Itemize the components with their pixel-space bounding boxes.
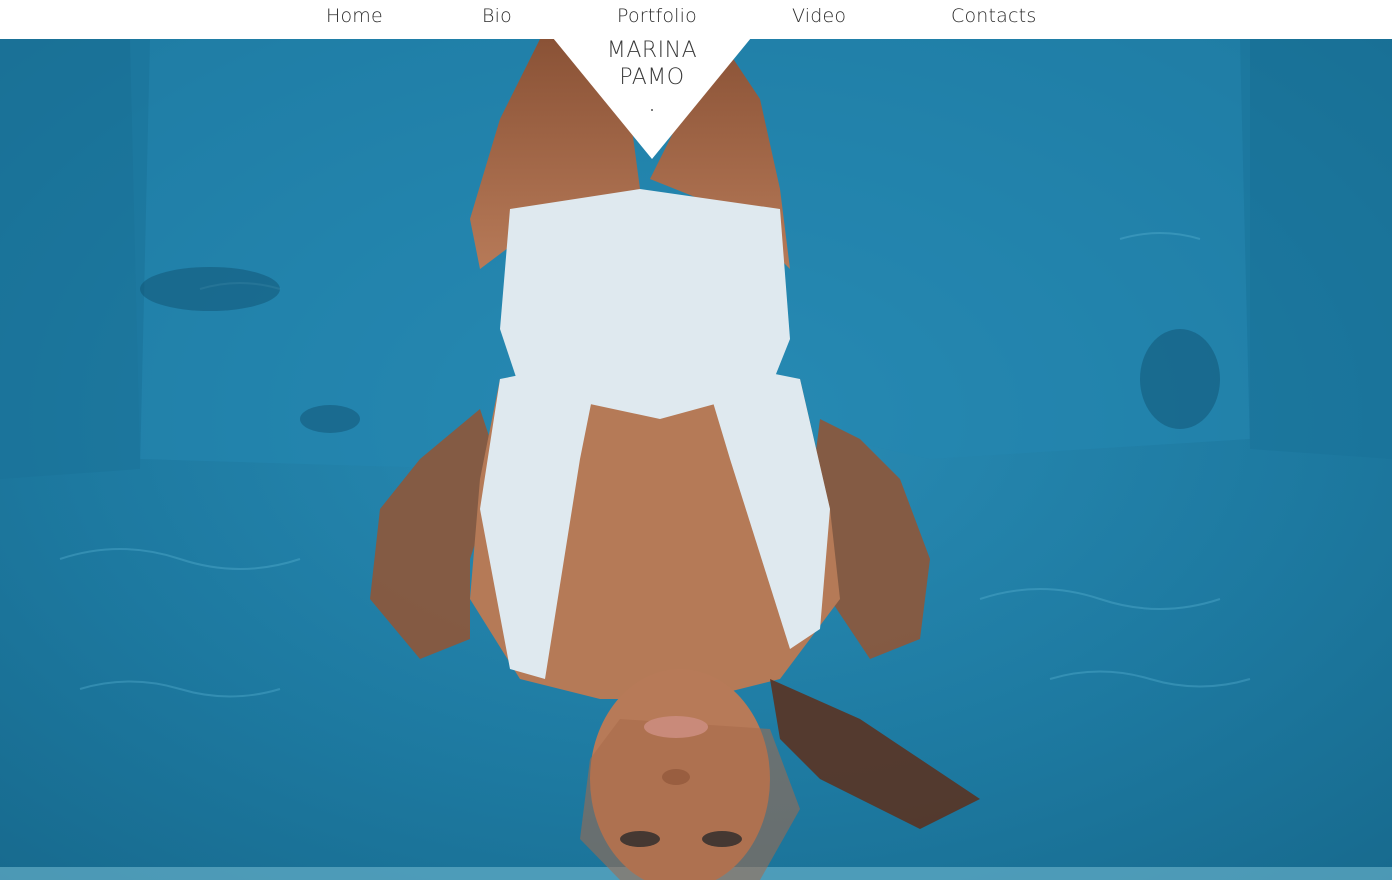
nav-contacts-link[interactable]: Contacts bbox=[951, 5, 1036, 27]
site-logo[interactable]: MARINA PAMO bbox=[553, 38, 751, 159]
logo-dot bbox=[651, 109, 653, 111]
nav-video-link[interactable]: Video bbox=[792, 5, 846, 27]
nav-bio-link[interactable]: Bio bbox=[482, 5, 512, 27]
logo-name-first: MARINA bbox=[606, 38, 698, 63]
nav-home-link[interactable]: Home bbox=[326, 5, 383, 27]
logo-name-last: PAMO bbox=[619, 65, 685, 90]
page: Home Bio Portfolio Video Contacts MARINA… bbox=[0, 0, 1392, 880]
top-navigation-bar: Home Bio Portfolio Video Contacts bbox=[0, 0, 1392, 39]
hero-photo bbox=[0, 39, 1392, 880]
nav-portfolio-link[interactable]: Portfolio bbox=[617, 5, 697, 27]
hero-photo-illustration bbox=[0, 39, 1392, 880]
